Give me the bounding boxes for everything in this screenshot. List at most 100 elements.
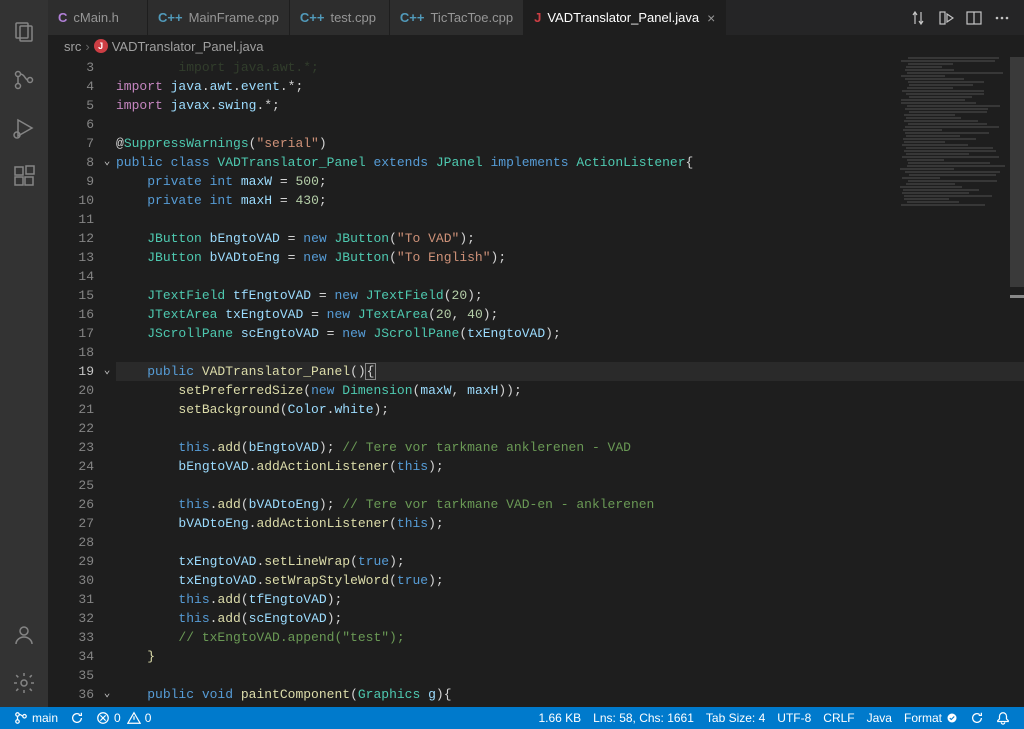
fold-toggle (98, 58, 116, 77)
status-problems[interactable]: 0 0 (90, 707, 157, 729)
settings-gear-icon[interactable] (0, 659, 48, 707)
code-line[interactable] (116, 267, 1024, 286)
code-line[interactable]: txEngtoVAD.setLineWrap(true); (116, 552, 1024, 571)
status-bell-icon[interactable] (990, 707, 1016, 729)
line-number: 5 (48, 96, 98, 115)
status-encoding[interactable]: UTF-8 (771, 707, 817, 729)
line-number: 33 (48, 628, 98, 647)
tab-mainframe-cpp[interactable]: C++MainFrame.cpp (148, 0, 290, 35)
line-number: 15 (48, 286, 98, 305)
fold-toggle[interactable]: ⌄ (98, 153, 116, 172)
tab-vadtranslator-panel-java[interactable]: JVADTranslator_Panel.java× (524, 0, 726, 35)
fold-toggle (98, 552, 116, 571)
code-line[interactable]: JButton bVADtoEng = new JButton("To Engl… (116, 248, 1024, 267)
line-number: 37 (48, 704, 98, 707)
fold-toggle (98, 647, 116, 666)
line-number: 11 (48, 210, 98, 229)
scrollbar-thumb[interactable] (1010, 57, 1024, 287)
split-editor-icon[interactable] (960, 10, 988, 26)
tab-test-cpp[interactable]: C++test.cpp (290, 0, 390, 35)
code-line[interactable]: JTextField tfEngtoVAD = new JTextField(2… (116, 286, 1024, 305)
close-tab-icon[interactable]: × (707, 10, 715, 26)
status-sync[interactable] (64, 707, 90, 729)
breadcrumbs[interactable]: src › J VADTranslator_Panel.java (48, 35, 1024, 57)
code-line[interactable]: public void paintComponent(Graphics g){ (116, 685, 1024, 704)
code-line[interactable]: } (116, 647, 1024, 666)
code-line[interactable]: this.add(scEngtoVAD); (116, 609, 1024, 628)
code-line[interactable]: setPreferredSize(new Dimension(maxW, max… (116, 381, 1024, 400)
line-number: 22 (48, 419, 98, 438)
code-line[interactable] (116, 210, 1024, 229)
line-number: 16 (48, 305, 98, 324)
code-line[interactable]: @SuppressWarnings("serial") (116, 134, 1024, 153)
accounts-icon[interactable] (0, 611, 48, 659)
vertical-scrollbar[interactable] (1010, 57, 1024, 707)
code-editor[interactable]: 3456789101112131415161718192021222324252… (48, 57, 1024, 707)
more-actions-icon[interactable] (988, 10, 1016, 26)
status-indentation[interactable]: Tab Size: 4 (700, 707, 771, 729)
line-number: 10 (48, 191, 98, 210)
fold-toggle (98, 210, 116, 229)
breadcrumb-file[interactable]: VADTranslator_Panel.java (112, 39, 264, 54)
fold-toggle[interactable]: ⌄ (98, 685, 116, 704)
tab-tictactoe-cpp[interactable]: C++TicTacToe.cpp (390, 0, 524, 35)
source-control-icon[interactable] (0, 56, 48, 104)
fold-toggle (98, 419, 116, 438)
line-number: 35 (48, 666, 98, 685)
tab-cmain-h[interactable]: CcMain.h (48, 0, 148, 35)
status-prettier[interactable] (964, 707, 990, 729)
code-line[interactable] (116, 115, 1024, 134)
run-debug-icon[interactable] (0, 104, 48, 152)
code-line[interactable] (116, 476, 1024, 495)
run-icon[interactable] (932, 10, 960, 26)
status-language[interactable]: Java (861, 707, 898, 729)
explorer-icon[interactable] (0, 8, 48, 56)
code-line[interactable]: bVADtoEng.addActionListener(this); (116, 514, 1024, 533)
code-line[interactable] (116, 533, 1024, 552)
line-number: 6 (48, 115, 98, 134)
fold-column[interactable]: ⌄ ⌄ ⌄ (98, 57, 116, 707)
fold-toggle (98, 305, 116, 324)
code-line[interactable]: public class VADTranslator_Panel extends… (116, 153, 1024, 172)
code-line[interactable]: this.add(tfEngtoVAD); (116, 590, 1024, 609)
tab-label: TicTacToe.cpp (430, 10, 513, 25)
code-line[interactable] (116, 419, 1024, 438)
status-filesize[interactable]: 1.66 KB (532, 707, 587, 729)
breadcrumb-folder[interactable]: src (64, 39, 81, 54)
code-line[interactable]: this.add(bVADtoEng); // Tere vor tarkman… (116, 495, 1024, 514)
code-line[interactable] (116, 666, 1024, 685)
line-number: 36 (48, 685, 98, 704)
code-line[interactable]: public VADTranslator_Panel(){ (116, 362, 1024, 381)
fold-toggle[interactable]: ⌄ (98, 362, 116, 381)
status-eol[interactable]: CRLF (817, 707, 860, 729)
fold-toggle (98, 381, 116, 400)
fold-toggle (98, 77, 116, 96)
code-line[interactable]: super.paintComponent(g); (116, 704, 1024, 707)
code-line[interactable]: JButton bEngtoVAD = new JButton("To VAD"… (116, 229, 1024, 248)
code-line[interactable] (116, 343, 1024, 362)
code-line[interactable]: import java.awt.*; (116, 58, 1024, 77)
minimap[interactable] (900, 57, 1010, 217)
fold-toggle (98, 286, 116, 305)
code-line[interactable]: txEngtoVAD.setWrapStyleWord(true); (116, 571, 1024, 590)
compare-changes-icon[interactable] (904, 10, 932, 26)
code-line[interactable]: import javax.swing.*; (116, 96, 1024, 115)
code-line[interactable]: this.add(bEngtoVAD); // Tere vor tarkman… (116, 438, 1024, 457)
code-line[interactable]: private int maxH = 430; (116, 191, 1024, 210)
code-line[interactable]: bEngtoVAD.addActionListener(this); (116, 457, 1024, 476)
code-line[interactable]: private int maxW = 500; (116, 172, 1024, 191)
extensions-icon[interactable] (0, 152, 48, 200)
code-line[interactable]: // txEngtoVAD.append("test"); (116, 628, 1024, 647)
code-line[interactable]: import java.awt.event.*; (116, 77, 1024, 96)
line-number: 20 (48, 381, 98, 400)
fold-toggle (98, 438, 116, 457)
code-line[interactable]: setBackground(Color.white); (116, 400, 1024, 419)
fold-toggle (98, 115, 116, 134)
status-format[interactable]: Format (898, 707, 964, 729)
code-line[interactable]: JTextArea txEngtoVAD = new JTextArea(20,… (116, 305, 1024, 324)
fold-toggle (98, 191, 116, 210)
code-line[interactable]: JScrollPane scEngtoVAD = new JScrollPane… (116, 324, 1024, 343)
status-branch[interactable]: main (8, 707, 64, 729)
code-content[interactable]: import java.awt.*;import java.awt.event.… (116, 57, 1024, 707)
status-line-col[interactable]: Lns: 58, Chs: 1661 (587, 707, 700, 729)
